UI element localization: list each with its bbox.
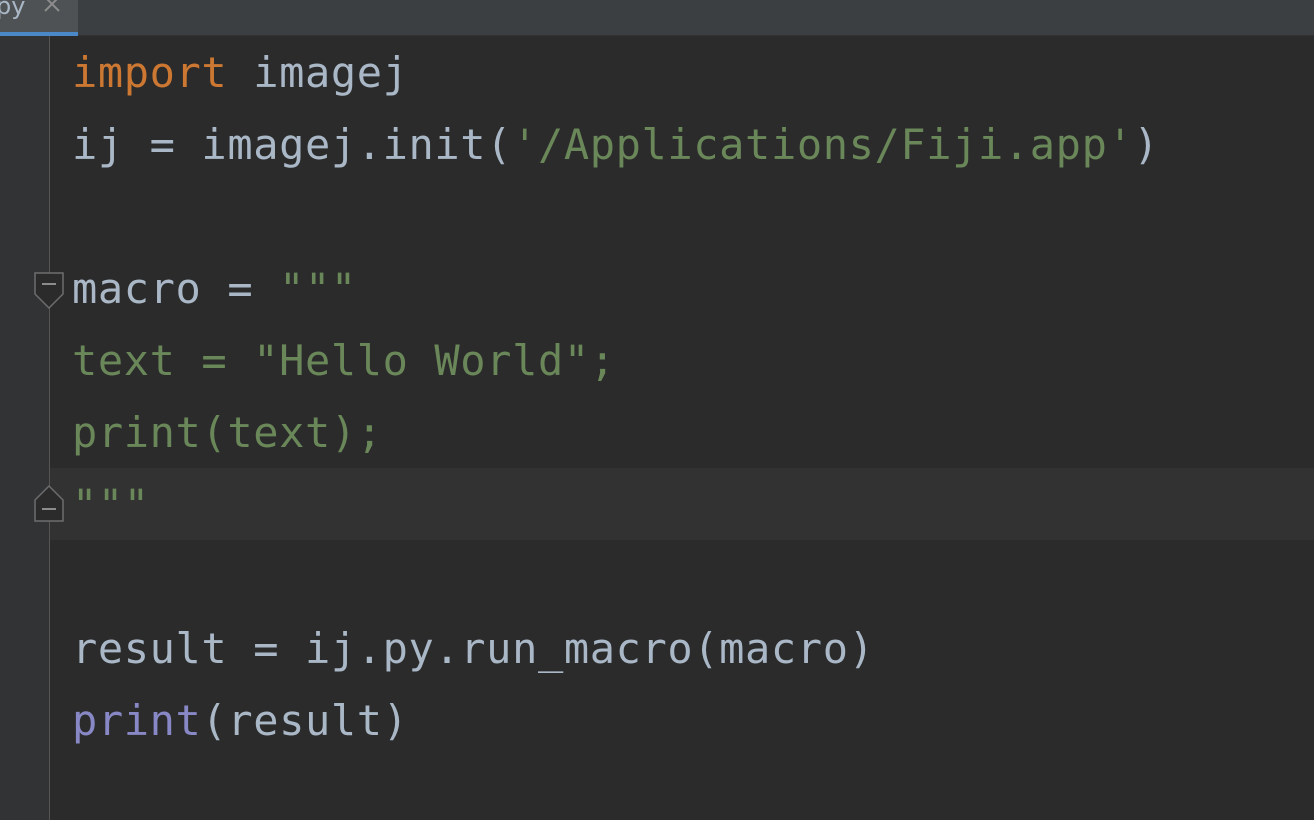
code-text: result = ij.py.run_macro(macro) xyxy=(72,624,875,673)
string-literal: """ xyxy=(279,264,357,313)
code-text: (result) xyxy=(201,696,409,745)
identifier: imagej xyxy=(227,48,409,97)
code-line-6: print(text); xyxy=(72,397,1314,469)
code-text: macro = xyxy=(72,264,280,313)
editor-gutter xyxy=(0,36,50,820)
code-text: ij = imagej.init( xyxy=(72,120,513,169)
string-literal: """ xyxy=(72,480,150,529)
code-line-2: ij = imagej.init('/Applications/Fiji.app… xyxy=(72,109,1314,181)
fold-start-icon[interactable] xyxy=(34,272,64,310)
code-line-9: result = ij.py.run_macro(macro) xyxy=(72,613,1314,685)
editor-tab-active[interactable]: py xyxy=(0,0,78,36)
string-literal: '/Applications/Fiji.app' xyxy=(512,120,1134,169)
builtin-print: print xyxy=(72,696,202,745)
code-line-1: import imagej xyxy=(72,37,1314,109)
code-line-7: """ xyxy=(72,469,1314,541)
keyword-import: import xyxy=(72,48,228,97)
gutter-divider xyxy=(49,36,50,820)
code-text: ) xyxy=(1133,120,1160,169)
tab-label: py xyxy=(0,0,26,20)
string-literal: print(text); xyxy=(72,408,383,457)
close-icon[interactable] xyxy=(42,0,62,14)
code-line-5: text = "Hello World"; xyxy=(72,325,1314,397)
code-editor-window: py import imagej ij = imagej.init('/Appl… xyxy=(0,0,1314,820)
code-line-4: macro = """ xyxy=(72,253,1314,325)
string-literal: text = "Hello World"; xyxy=(72,336,616,385)
editor-tab-bar: py xyxy=(0,0,1314,36)
code-area[interactable]: import imagej ij = imagej.init('/Applica… xyxy=(72,37,1314,757)
fold-end-icon[interactable] xyxy=(34,484,64,522)
code-line-10: print(result) xyxy=(72,685,1314,757)
